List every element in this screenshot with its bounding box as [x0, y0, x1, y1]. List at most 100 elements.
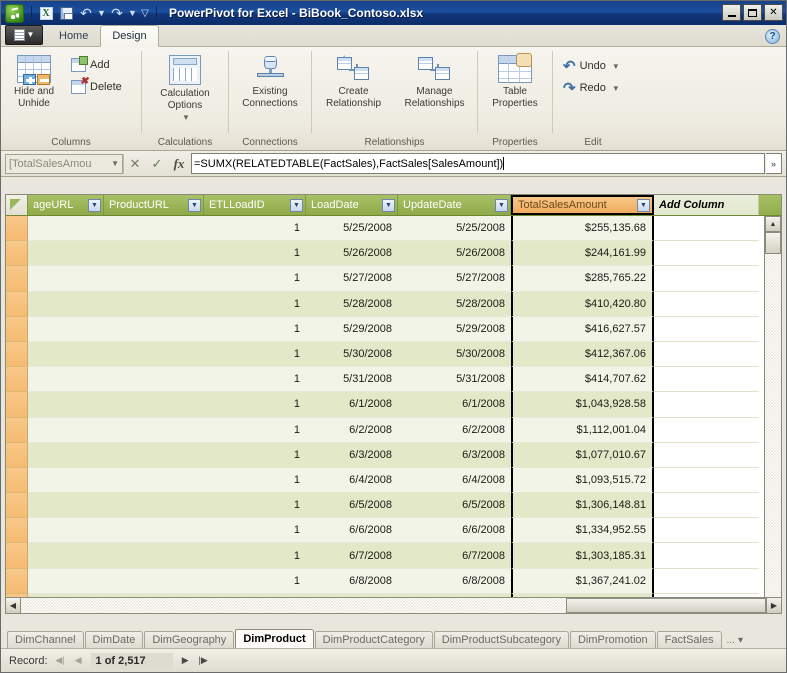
cell-total[interactable]: $412,367.06: [511, 341, 654, 368]
table-row[interactable]: 1 6/4/2008 6/4/2008 $1,093,515.72: [6, 467, 764, 494]
table-row[interactable]: 1 6/6/2008 6/6/2008 $1,334,952.55: [6, 518, 764, 544]
cell-total[interactable]: $1,367,241.02: [511, 568, 654, 594]
redo-icon[interactable]: ↷: [107, 3, 127, 23]
cell-imageurl[interactable]: [28, 442, 104, 468]
table-properties-button[interactable]: Table Properties: [479, 52, 551, 110]
cell-addcol[interactable]: [654, 316, 759, 342]
cell-total[interactable]: $1,112,001.04: [511, 417, 654, 443]
cell-etlloadid[interactable]: 1: [204, 216, 306, 242]
cell-imageurl[interactable]: [28, 493, 104, 519]
table-row[interactable]: 1 6/3/2008 6/3/2008 $1,077,010.67: [6, 442, 764, 468]
cell-addcol[interactable]: [654, 341, 759, 368]
cell-imageurl[interactable]: [28, 266, 104, 292]
cell-addcol[interactable]: [654, 467, 759, 494]
cell-updatedate[interactable]: 5/28/2008: [398, 291, 511, 317]
cell-imageurl[interactable]: [28, 518, 104, 544]
filter-dropdown-icon[interactable]: ▼: [495, 198, 508, 212]
row-header[interactable]: [6, 518, 28, 544]
row-header[interactable]: [6, 568, 28, 594]
cell-updatedate[interactable]: 6/4/2008: [398, 467, 511, 494]
tab-design[interactable]: Design: [100, 25, 159, 47]
cell-loaddate[interactable]: 6/2/2008: [306, 417, 398, 443]
cell-producturl[interactable]: [104, 367, 204, 393]
row-header[interactable]: [6, 266, 28, 292]
cell-loaddate[interactable]: 6/6/2008: [306, 518, 398, 544]
scroll-left-button[interactable]: ◀: [5, 597, 21, 614]
vertical-scroll-thumb[interactable]: [765, 232, 781, 254]
cell-updatedate[interactable]: 6/6/2008: [398, 518, 511, 544]
row-header[interactable]: [6, 367, 28, 393]
cell-total[interactable]: $244,161.99: [511, 241, 654, 267]
table-row[interactable]: 1 5/27/2008 5/27/2008 $285,765.22: [6, 266, 764, 292]
row-header[interactable]: [6, 316, 28, 342]
cell-addcol[interactable]: [654, 518, 759, 544]
cell-addcol[interactable]: [654, 266, 759, 292]
table-row[interactable]: 1 5/26/2008 5/26/2008 $244,161.99: [6, 241, 764, 267]
cell-addcol[interactable]: [654, 442, 759, 468]
row-header[interactable]: [6, 241, 28, 267]
cell-total[interactable]: $285,765.22: [511, 266, 654, 292]
row-header[interactable]: [6, 216, 28, 242]
hide-and-unhide-button[interactable]: Hide and Unhide: [1, 52, 67, 110]
cell-etlloadid[interactable]: 1: [204, 568, 306, 594]
cell-producturl[interactable]: [104, 467, 204, 494]
help-icon[interactable]: ?: [765, 29, 780, 44]
expand-formula-bar-button[interactable]: »: [766, 153, 782, 174]
excel-icon[interactable]: X: [36, 3, 56, 23]
cell-imageurl[interactable]: [28, 367, 104, 393]
table-row[interactable]: 1 6/8/2008 6/8/2008 $1,367,241.02: [6, 568, 764, 594]
cell-total[interactable]: $1,077,010.67: [511, 442, 654, 468]
undo-dropdown-icon[interactable]: ▼: [96, 3, 107, 23]
cell-total[interactable]: $1,093,515.72: [511, 467, 654, 494]
cell-imageurl[interactable]: [28, 291, 104, 317]
column-header-etlloadid[interactable]: ETLLoadID ▼: [204, 195, 306, 215]
cell-updatedate[interactable]: 6/5/2008: [398, 493, 511, 519]
name-box[interactable]: [TotalSalesAmou ▼: [5, 153, 123, 174]
filter-dropdown-icon[interactable]: ▼: [290, 198, 303, 212]
formula-input[interactable]: =SUMX(RELATEDTABLE(FactSales),FactSales[…: [191, 153, 765, 174]
cell-loaddate[interactable]: 6/3/2008: [306, 442, 398, 468]
sheet-tab-dimdate[interactable]: DimDate: [84, 631, 144, 648]
cell-imageurl[interactable]: [28, 241, 104, 267]
cell-imageurl[interactable]: [28, 417, 104, 443]
cell-producturl[interactable]: [104, 417, 204, 443]
last-record-button[interactable]: |▶: [198, 655, 209, 666]
column-header-loaddate[interactable]: LoadDate ▼: [306, 195, 398, 215]
cell-addcol[interactable]: [654, 216, 759, 242]
cell-etlloadid[interactable]: 1: [204, 467, 306, 494]
sheet-tab-dimproductsubcategory[interactable]: DimProductSubcategory: [433, 631, 569, 648]
cell-etlloadid[interactable]: 1: [204, 291, 306, 317]
cell-updatedate[interactable]: 6/2/2008: [398, 417, 511, 443]
cell-imageurl[interactable]: [28, 543, 104, 569]
cell-producturl[interactable]: [104, 266, 204, 292]
chevron-down-icon[interactable]: ▼: [182, 112, 190, 124]
row-header[interactable]: [6, 467, 28, 494]
cell-loaddate[interactable]: 5/29/2008: [306, 316, 398, 342]
cell-total[interactable]: $410,420.80: [511, 291, 654, 317]
cell-total[interactable]: $1,303,185.31: [511, 543, 654, 569]
cell-total[interactable]: $416,627.57: [511, 316, 654, 342]
cell-loaddate[interactable]: 6/4/2008: [306, 467, 398, 494]
cell-etlloadid[interactable]: 1: [204, 518, 306, 544]
cell-etlloadid[interactable]: 1: [204, 392, 306, 418]
cell-etlloadid[interactable]: 1: [204, 266, 306, 292]
cell-producturl[interactable]: [104, 518, 204, 544]
accept-formula-button[interactable]: ✓: [146, 154, 168, 174]
cell-updatedate[interactable]: 5/25/2008: [398, 216, 511, 242]
cell-total[interactable]: $414,707.62: [511, 367, 654, 393]
table-row[interactable]: 1 6/1/2008 6/1/2008 $1,043,928.58: [6, 392, 764, 418]
filter-dropdown-icon[interactable]: ▼: [637, 198, 650, 212]
cell-loaddate[interactable]: 5/26/2008: [306, 241, 398, 267]
row-header[interactable]: [6, 543, 28, 569]
cell-loaddate[interactable]: 5/30/2008: [306, 341, 398, 368]
sheet-tab-dimproduct[interactable]: DimProduct: [235, 629, 314, 648]
vertical-scroll-track[interactable]: [765, 254, 781, 597]
column-header-imageurl[interactable]: ageURL ▼: [28, 195, 104, 215]
table-row[interactable]: 1 5/25/2008 5/25/2008 $255,135.68: [6, 216, 764, 242]
row-header[interactable]: [6, 341, 28, 368]
table-row[interactable]: 1 5/30/2008 5/30/2008 $412,367.06: [6, 341, 764, 368]
column-header-producturl[interactable]: ProductURL ▼: [104, 195, 204, 215]
cell-total[interactable]: $1,306,148.81: [511, 493, 654, 519]
customize-qat-icon[interactable]: ▽: [138, 3, 152, 23]
cell-updatedate[interactable]: 5/30/2008: [398, 341, 511, 368]
